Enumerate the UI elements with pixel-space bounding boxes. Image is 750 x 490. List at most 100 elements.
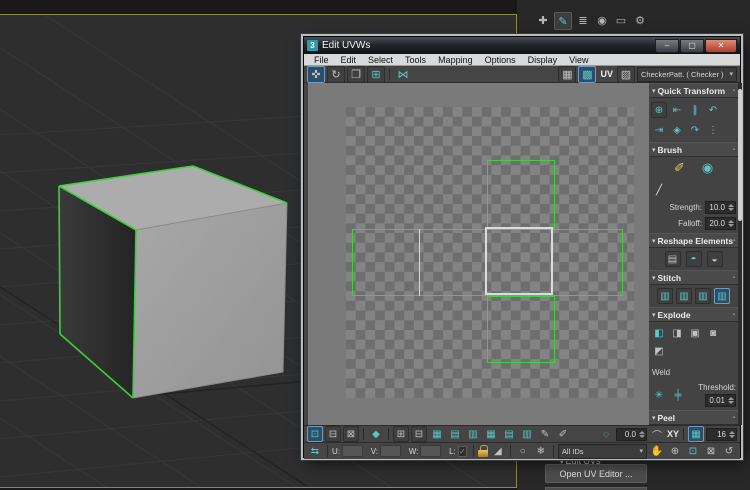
face-mode-icon[interactable]: ⊠: [343, 426, 359, 442]
falloff-spinner[interactable]: 20.0: [705, 217, 736, 230]
falloff-curve-icon[interactable]: ╱: [651, 182, 667, 198]
stitch-custom-icon[interactable]: ▥: [657, 288, 673, 304]
stitch-target-icon[interactable]: ▥: [695, 288, 711, 304]
mirror-tool-icon[interactable]: ⋈: [394, 66, 412, 83]
uv-face-bottom[interactable]: [487, 296, 555, 363]
spinner-arrows-icon[interactable]: [727, 220, 735, 227]
strength-spinner[interactable]: 10.0: [705, 201, 736, 214]
uv-canvas[interactable]: [308, 83, 649, 425]
reshape-sphere1-icon[interactable]: ◓: [686, 251, 702, 267]
hierarchy-tab-icon[interactable]: ≣: [575, 12, 591, 28]
element-mode-icon[interactable]: ◆: [368, 426, 384, 442]
motion-tab-icon[interactable]: ◉: [594, 12, 610, 28]
uv-face-selected[interactable]: [485, 227, 553, 295]
falloff-space-label[interactable]: XY: [667, 429, 679, 439]
paint-select-icon[interactable]: ✎: [537, 426, 553, 442]
section-brush[interactable]: ▾ Brush ▪: [649, 142, 738, 157]
stitch-shared-icon[interactable]: ▥: [676, 288, 692, 304]
display-tab-icon[interactable]: ▭: [613, 12, 629, 28]
shrink-selection-icon[interactable]: ⊟: [411, 426, 427, 442]
spinner-arrows-icon[interactable]: [638, 431, 646, 438]
maximize-button[interactable]: ▢: [680, 39, 704, 53]
grow-selection-icon[interactable]: ⊞: [393, 426, 409, 442]
weld-all-icon[interactable]: ╪: [670, 387, 686, 403]
space-icon[interactable]: ◈: [669, 122, 685, 138]
open-uv-editor-button[interactable]: Open UV Editor ...: [545, 464, 647, 483]
paint-brush-icon[interactable]: ✐: [672, 160, 688, 176]
select-ring-icon[interactable]: ▤: [447, 426, 463, 442]
menu-options[interactable]: Options: [479, 55, 522, 65]
spinner-arrows-icon[interactable]: [727, 397, 735, 404]
minimize-button[interactable]: –: [655, 39, 679, 53]
stitch-source-icon[interactable]: ▥: [714, 288, 730, 304]
u-input[interactable]: [342, 445, 363, 457]
select-by-element-icon[interactable]: ▥: [519, 426, 535, 442]
weld-selected-icon[interactable]: ✳: [651, 387, 667, 403]
menu-view[interactable]: View: [563, 55, 594, 65]
utilities-tab-icon[interactable]: ⚙: [632, 12, 648, 28]
close-button[interactable]: ✕: [705, 39, 737, 53]
create-tab-icon[interactable]: ✚: [535, 12, 551, 28]
flatten-icon[interactable]: ▣: [687, 325, 703, 341]
move-tool-icon[interactable]: ✜: [307, 66, 325, 83]
uv-face-top[interactable]: [487, 160, 555, 229]
menu-tools[interactable]: Tools: [399, 55, 432, 65]
rotate-cw-icon[interactable]: ↷: [687, 122, 703, 138]
threshold-spinner[interactable]: 0.01: [705, 394, 736, 407]
menu-edit[interactable]: Edit: [335, 55, 363, 65]
paint-grow-icon[interactable]: ✐: [555, 426, 571, 442]
select-column-icon[interactable]: ▦: [483, 426, 499, 442]
pan-hand-icon[interactable]: ✋: [649, 443, 665, 459]
dialog-titlebar[interactable]: 3 Edit UVWs – ▢ ✕: [304, 37, 740, 54]
align-left-icon[interactable]: ⇤: [669, 102, 685, 118]
align-right-icon[interactable]: ⇥: [651, 122, 667, 138]
texture-dropdown[interactable]: CheckerPatt. ( Checker ) ▾: [637, 67, 737, 82]
explode-smoothing-icon[interactable]: ◙: [705, 325, 721, 341]
lock-aspect-checkbox[interactable]: ✓: [458, 446, 467, 457]
scrollbar-thumb[interactable]: [738, 89, 742, 221]
tile-map-icon[interactable]: ▩: [578, 66, 596, 83]
select-loop-icon[interactable]: ▦: [429, 426, 445, 442]
reshape-grid-icon[interactable]: ▤: [665, 251, 681, 267]
section-peel[interactable]: ▾ Peel ▪: [649, 410, 738, 425]
zoom-region-icon[interactable]: ⊡: [685, 443, 701, 459]
align-vertical-icon[interactable]: ∥: [687, 102, 703, 118]
section-stitch[interactable]: ▾ Stitch ▪: [649, 270, 738, 285]
w-input[interactable]: [420, 445, 441, 457]
soft-selection-icon[interactable]: ◌: [598, 426, 614, 442]
panel-scrollbar[interactable]: [738, 83, 742, 425]
absolute-offset-icon[interactable]: ⇆: [307, 443, 323, 459]
freeze-icon[interactable]: ❄: [533, 443, 549, 459]
section-reshape-elements[interactable]: ▾ Reshape Elements ▪: [649, 233, 738, 248]
modify-tab-icon[interactable]: ✎: [554, 12, 572, 30]
scale-tool-icon[interactable]: ❒: [347, 66, 365, 83]
rotate-ccw-icon[interactable]: ↶: [705, 102, 721, 118]
uv-space-label[interactable]: UV: [598, 69, 615, 79]
edge-mode-icon[interactable]: ⊟: [325, 426, 341, 442]
section-explode[interactable]: ▾ Explode ▪: [649, 307, 738, 322]
uv-edge-divider[interactable]: [419, 229, 420, 296]
explode-material-icon[interactable]: ◩: [651, 343, 667, 359]
material-id-dropdown[interactable]: All IDs ▾: [558, 444, 647, 459]
v-input[interactable]: [380, 445, 401, 457]
edge-limit-spinner[interactable]: 16: [706, 428, 737, 441]
menu-mapping[interactable]: Mapping: [432, 55, 479, 65]
snap-icon[interactable]: ↺: [721, 443, 737, 459]
distribute-icon[interactable]: ⋮: [705, 122, 721, 138]
falloff-type-icon[interactable]: ⌒: [649, 426, 665, 442]
menu-file[interactable]: File: [308, 55, 335, 65]
filter-selected-faces-icon[interactable]: ◢: [490, 443, 506, 459]
select-row-icon[interactable]: ▥: [465, 426, 481, 442]
spinner-arrows-icon[interactable]: [727, 204, 735, 211]
rotate-tool-icon[interactable]: ↻: [327, 66, 345, 83]
zoom-icon[interactable]: ⊕: [667, 443, 683, 459]
hide-by-material-icon[interactable]: ○: [515, 443, 531, 459]
vertex-mode-icon[interactable]: ⊡: [307, 426, 323, 442]
detach-edge-icon[interactable]: ◨: [669, 325, 685, 341]
reshape-sphere2-icon[interactable]: ◒: [707, 251, 723, 267]
soft-selection-spinner[interactable]: 0.0: [616, 428, 647, 441]
freeform-tool-icon[interactable]: ⊞: [367, 66, 385, 83]
menu-display[interactable]: Display: [522, 55, 564, 65]
pattern-options-icon[interactable]: ▨: [617, 66, 635, 83]
zoom-extents-icon[interactable]: ⊠: [703, 443, 719, 459]
